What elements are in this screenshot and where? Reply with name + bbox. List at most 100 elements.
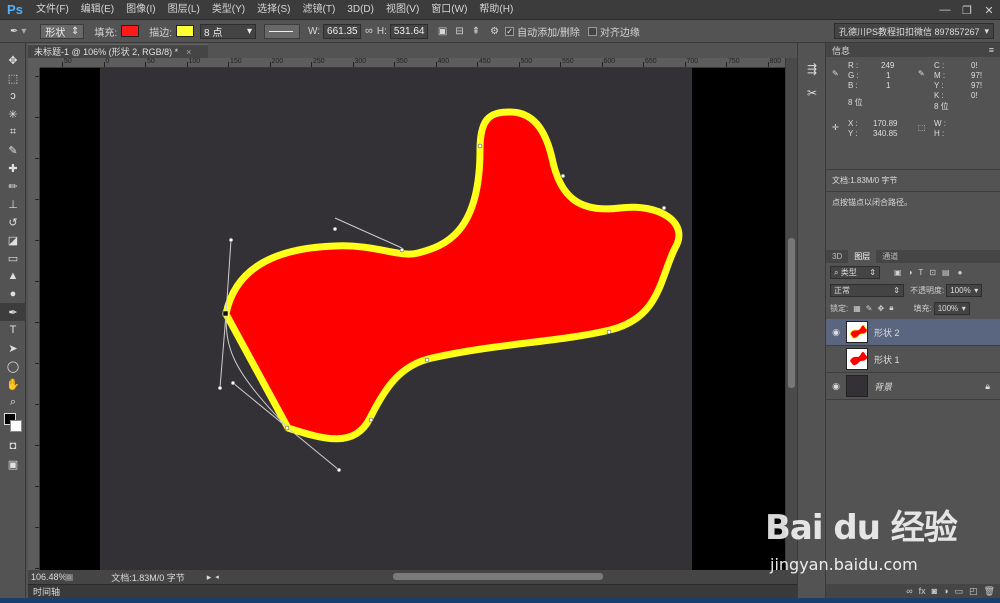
- hand-tool-icon[interactable]: ✋: [0, 375, 26, 393]
- fill-color-swatch[interactable]: [121, 25, 140, 37]
- layer-row-shape-2[interactable]: ◉ 形状 2: [826, 319, 1000, 346]
- link-layers-icon[interactable]: ∞: [906, 586, 912, 596]
- document-tab[interactable]: 未标题-1 @ 106% (形状 2, RGB/8) * ×: [28, 44, 208, 58]
- align-edges-checkbox[interactable]: [587, 26, 597, 36]
- color-swatches[interactable]: [0, 411, 25, 437]
- menu-item[interactable]: 窗口(W): [425, 0, 473, 20]
- lock-paint-icon[interactable]: ✎: [866, 304, 873, 313]
- brush-tool-icon[interactable]: ✏: [0, 177, 26, 195]
- shape-artwork[interactable]: [100, 68, 692, 570]
- zoom-tool-icon[interactable]: ⌕: [0, 393, 26, 411]
- healing-brush-tool-icon[interactable]: ✚: [0, 159, 26, 177]
- magic-wand-tool-icon[interactable]: ✳: [0, 105, 26, 123]
- layer-row-shape-1[interactable]: 形状 1: [826, 346, 1000, 373]
- ruler-origin[interactable]: [28, 58, 40, 68]
- new-group-icon[interactable]: ▭: [955, 586, 964, 597]
- layer-row-background[interactable]: ◉ 背景 🔒︎: [826, 373, 1000, 400]
- minimize-icon[interactable]: —: [934, 0, 956, 20]
- menu-item[interactable]: 视图(V): [380, 0, 425, 20]
- workspace-select[interactable]: 孔德川PS教程扣扣微信 897857267 ▾: [834, 23, 994, 39]
- auto-add-delete-option[interactable]: ✓ 自动添加/删除: [505, 24, 580, 39]
- vertical-ruler[interactable]: [28, 68, 40, 570]
- stroke-width-field[interactable]: 8 点 ▾: [199, 23, 256, 39]
- path-selection-tool-icon[interactable]: ➤: [0, 339, 26, 357]
- eraser-tool-icon[interactable]: ◪: [0, 231, 26, 249]
- artboard[interactable]: [100, 68, 692, 570]
- eye-icon[interactable]: ◉: [826, 327, 846, 338]
- menu-item[interactable]: 图层(L): [162, 0, 206, 20]
- menu-item[interactable]: 选择(S): [251, 0, 296, 20]
- vertical-scrollbar[interactable]: [785, 58, 797, 570]
- status-menu-icon[interactable]: ▸: [207, 572, 212, 583]
- height-field[interactable]: 531.64: [389, 23, 428, 39]
- lasso-tool-icon[interactable]: ↄ: [0, 87, 26, 105]
- info-panel-header[interactable]: 信息 ≡: [826, 43, 1000, 57]
- close-icon[interactable]: ✕: [978, 0, 1000, 20]
- layer-name[interactable]: 形状 1: [874, 353, 900, 366]
- menu-item[interactable]: 图像(I): [120, 0, 161, 20]
- path-alignment-icon[interactable]: ⊟: [455, 26, 463, 37]
- fill-opacity-field[interactable]: 100% ▾: [933, 301, 970, 315]
- layer-filter-select[interactable]: ⌕ 类型 ⇕: [830, 265, 880, 279]
- filter-adjustment-icon[interactable]: ◑: [908, 268, 913, 277]
- timeline-panel-tab[interactable]: 时间轴: [28, 584, 797, 598]
- tools-presets-icon[interactable]: ✂: [798, 81, 826, 105]
- zoom-level[interactable]: 106.48%: [31, 572, 67, 582]
- tab-layers[interactable]: 图层: [848, 250, 877, 263]
- gradient-tool-icon[interactable]: ▭: [0, 249, 26, 267]
- filter-toggle-icon[interactable]: ●: [958, 268, 963, 277]
- tab-channels[interactable]: 通道: [876, 251, 904, 262]
- marquee-tool-icon[interactable]: ⬚: [0, 69, 26, 87]
- auto-add-delete-checkbox[interactable]: ✓: [505, 26, 515, 36]
- vertical-scroll-thumb[interactable]: [788, 238, 795, 388]
- menu-item[interactable]: 滤镜(T): [297, 0, 342, 20]
- clone-stamp-tool-icon[interactable]: ⊥: [0, 195, 26, 213]
- history-brush-tool-icon[interactable]: ↺: [0, 213, 26, 231]
- blur-tool-icon[interactable]: ▲: [0, 267, 26, 285]
- close-tab-icon[interactable]: ×: [186, 47, 191, 57]
- restore-icon[interactable]: ❐: [956, 0, 978, 20]
- move-tool-icon[interactable]: ✥: [0, 51, 26, 69]
- align-edges-option[interactable]: 对齐边缘: [587, 24, 640, 39]
- type-tool-icon[interactable]: T: [0, 321, 26, 339]
- menu-item[interactable]: 编辑(E): [75, 0, 120, 20]
- quick-mask-icon[interactable]: ◘: [0, 437, 26, 455]
- blend-mode-select[interactable]: 正常 ⇕: [830, 283, 904, 297]
- delete-layer-icon[interactable]: 🗑︎: [984, 586, 995, 597]
- tab-3d[interactable]: 3D: [826, 252, 848, 261]
- opacity-field[interactable]: 100% ▾: [946, 283, 983, 297]
- lock-position-icon[interactable]: ✥: [878, 304, 885, 313]
- layer-style-icon[interactable]: fx: [919, 586, 926, 596]
- layer-mask-icon[interactable]: ◙: [932, 586, 937, 596]
- adjustment-layer-icon[interactable]: ◑: [943, 586, 948, 596]
- history-panel-icon[interactable]: ⇶: [798, 57, 826, 81]
- filter-shape-icon[interactable]: ⊡: [929, 268, 936, 277]
- shape-2-path[interactable]: [222, 108, 683, 443]
- lock-all-icon[interactable]: 🔒︎: [889, 303, 893, 313]
- horizontal-scroll-thumb[interactable]: [393, 573, 603, 580]
- pen-tool-preset[interactable]: ✒ ▾: [10, 26, 26, 37]
- dodge-tool-icon[interactable]: ●: [0, 285, 26, 303]
- pen-tool-icon[interactable]: ✒: [0, 303, 26, 321]
- filter-type-icon[interactable]: T: [918, 268, 923, 277]
- tool-mode-select[interactable]: 形状 ⇕: [40, 23, 85, 39]
- layer-name[interactable]: 形状 2: [874, 326, 900, 339]
- ellipse-tool-icon[interactable]: ◯: [0, 357, 26, 375]
- path-arrangement-icon[interactable]: ⇞: [472, 26, 480, 37]
- zoom-icon[interactable]: ⌂: [65, 573, 74, 581]
- new-layer-icon[interactable]: ◰: [969, 586, 978, 597]
- filter-pixel-icon[interactable]: ▣: [894, 268, 902, 277]
- menu-item[interactable]: 3D(D): [341, 0, 380, 20]
- stroke-type-select[interactable]: [263, 23, 300, 39]
- gear-icon[interactable]: ⚙: [490, 26, 499, 37]
- horizontal-ruler[interactable]: 50 0 50 100 150 200 250 300 350 400 450 500 550 600 65…: [40, 58, 785, 68]
- lock-transparent-icon[interactable]: ▦: [853, 304, 861, 313]
- eyedropper-tool-icon[interactable]: ✎: [0, 141, 26, 159]
- eye-icon[interactable]: ◉: [826, 381, 846, 392]
- stroke-color-swatch[interactable]: [175, 25, 194, 37]
- menu-item[interactable]: 文件(F): [30, 0, 75, 20]
- crop-tool-icon[interactable]: ⌗: [0, 123, 26, 141]
- link-icon[interactable]: ∞: [365, 25, 373, 37]
- path-operations-icon[interactable]: ▣: [438, 26, 447, 37]
- width-field[interactable]: 661.35: [323, 23, 362, 39]
